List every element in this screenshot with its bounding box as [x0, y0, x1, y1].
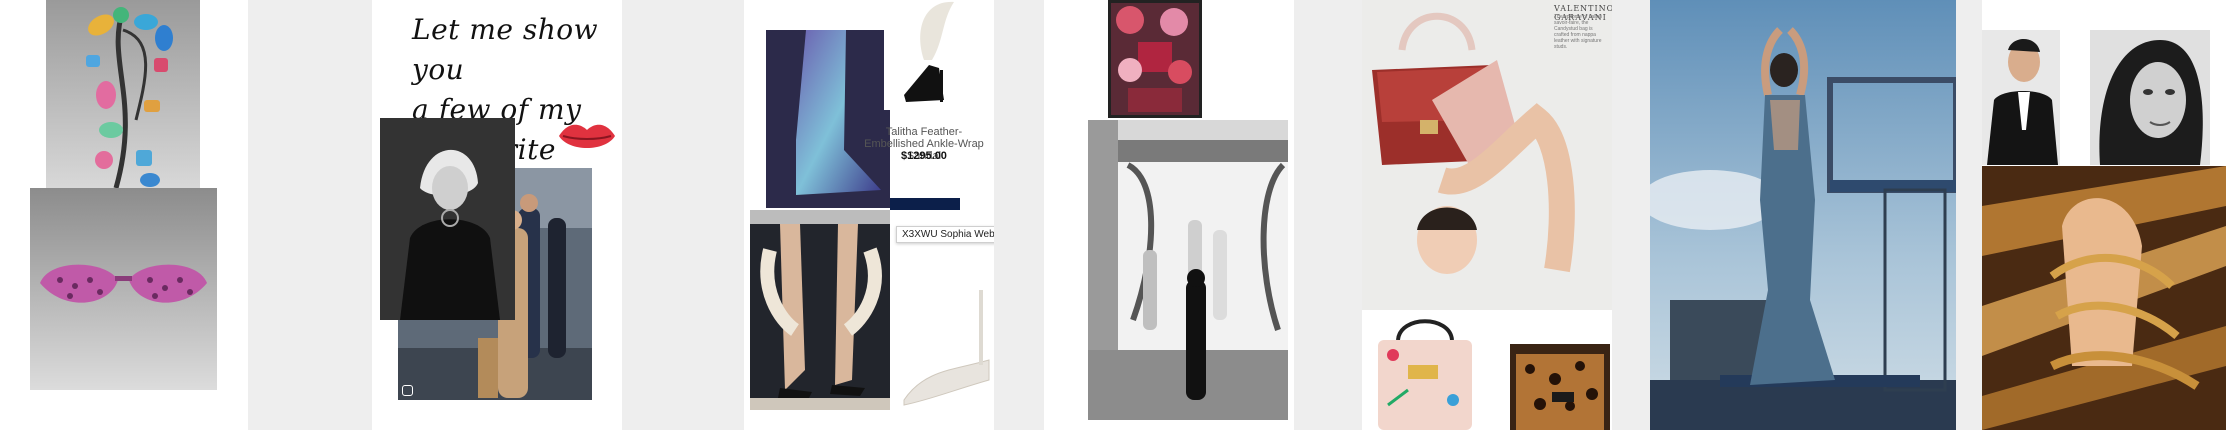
jeweled-brooch-image: [46, 0, 200, 188]
graffiti-handbag-image: [1368, 310, 1482, 430]
mood-collage-image: [1108, 0, 1202, 118]
woman-portrait-image: [2090, 30, 2210, 165]
collage-panel-7[interactable]: [1650, 0, 1956, 430]
man-in-suit-image: [1982, 30, 2060, 165]
man-in-suit-photo[interactable]: [1982, 30, 2060, 165]
silver-sandal-image: [894, 250, 994, 410]
collage-panel-6[interactable]: VALENTINO GARAVANI The epitome of Italia…: [1362, 0, 1612, 430]
gold-sandal-photo[interactable]: [1982, 166, 2226, 430]
lips-icon: [559, 124, 615, 148]
evening-gown-editorial-image: [1650, 0, 1956, 430]
collage-panel-5[interactable]: [1044, 0, 1294, 430]
studded-handbag-ad[interactable]: VALENTINO GARAVANI The epitome of Italia…: [1362, 0, 1612, 310]
holographic-boot-photo[interactable]: [766, 30, 890, 208]
collage-panel-8[interactable]: [1982, 0, 2226, 430]
jeweled-brooch-photo[interactable]: [46, 0, 200, 188]
collage-panel-4[interactable]: Talitha Feather-Embellished Ankle-Wrap S…: [744, 0, 994, 430]
red-lips-sticker[interactable]: [557, 118, 617, 154]
collage-panel-1[interactable]: [0, 0, 248, 430]
feather-sandal-product-image[interactable]: [884, 0, 964, 110]
feather-sandal-image: [884, 0, 964, 110]
mood-collage-thumbnail[interactable]: [1108, 0, 1202, 118]
woman-portrait-photo[interactable]: [2090, 30, 2210, 165]
feather-sandal-street-image: [750, 210, 890, 410]
collage-panel-3[interactable]: Let me show you a few of my favorite thi…: [372, 0, 622, 430]
magazine-body-text: The epitome of Italian savoir-faire, the…: [1554, 14, 1603, 50]
hover-tooltip: X3XWU Sophia Webster C: [896, 226, 994, 243]
silver-sandal-photo[interactable]: [894, 250, 994, 410]
model-portrait-image: [380, 118, 515, 320]
product-price: $1295.00: [901, 150, 947, 162]
instagram-icon[interactable]: [402, 385, 413, 396]
leopard-bag-image: [1510, 344, 1610, 430]
sunglasses-image: [30, 188, 217, 390]
gold-sandal-image: [1982, 166, 2226, 430]
vintage-shop-window-image: [1088, 120, 1288, 420]
holographic-boot-image: [766, 30, 890, 208]
sunglasses-photo[interactable]: [30, 188, 217, 390]
navy-color-bar: [890, 198, 960, 210]
evening-gown-editorial-photo[interactable]: [1650, 0, 1956, 430]
graffiti-handbag-photo[interactable]: [1368, 310, 1482, 430]
vintage-shop-window-photo[interactable]: [1088, 120, 1288, 420]
handwriting-line-1: Let me show you: [412, 13, 599, 86]
leopard-bag-photo[interactable]: [1510, 344, 1610, 430]
feather-sandal-street-photo[interactable]: [750, 210, 890, 410]
model-portrait-bw[interactable]: [380, 118, 515, 320]
